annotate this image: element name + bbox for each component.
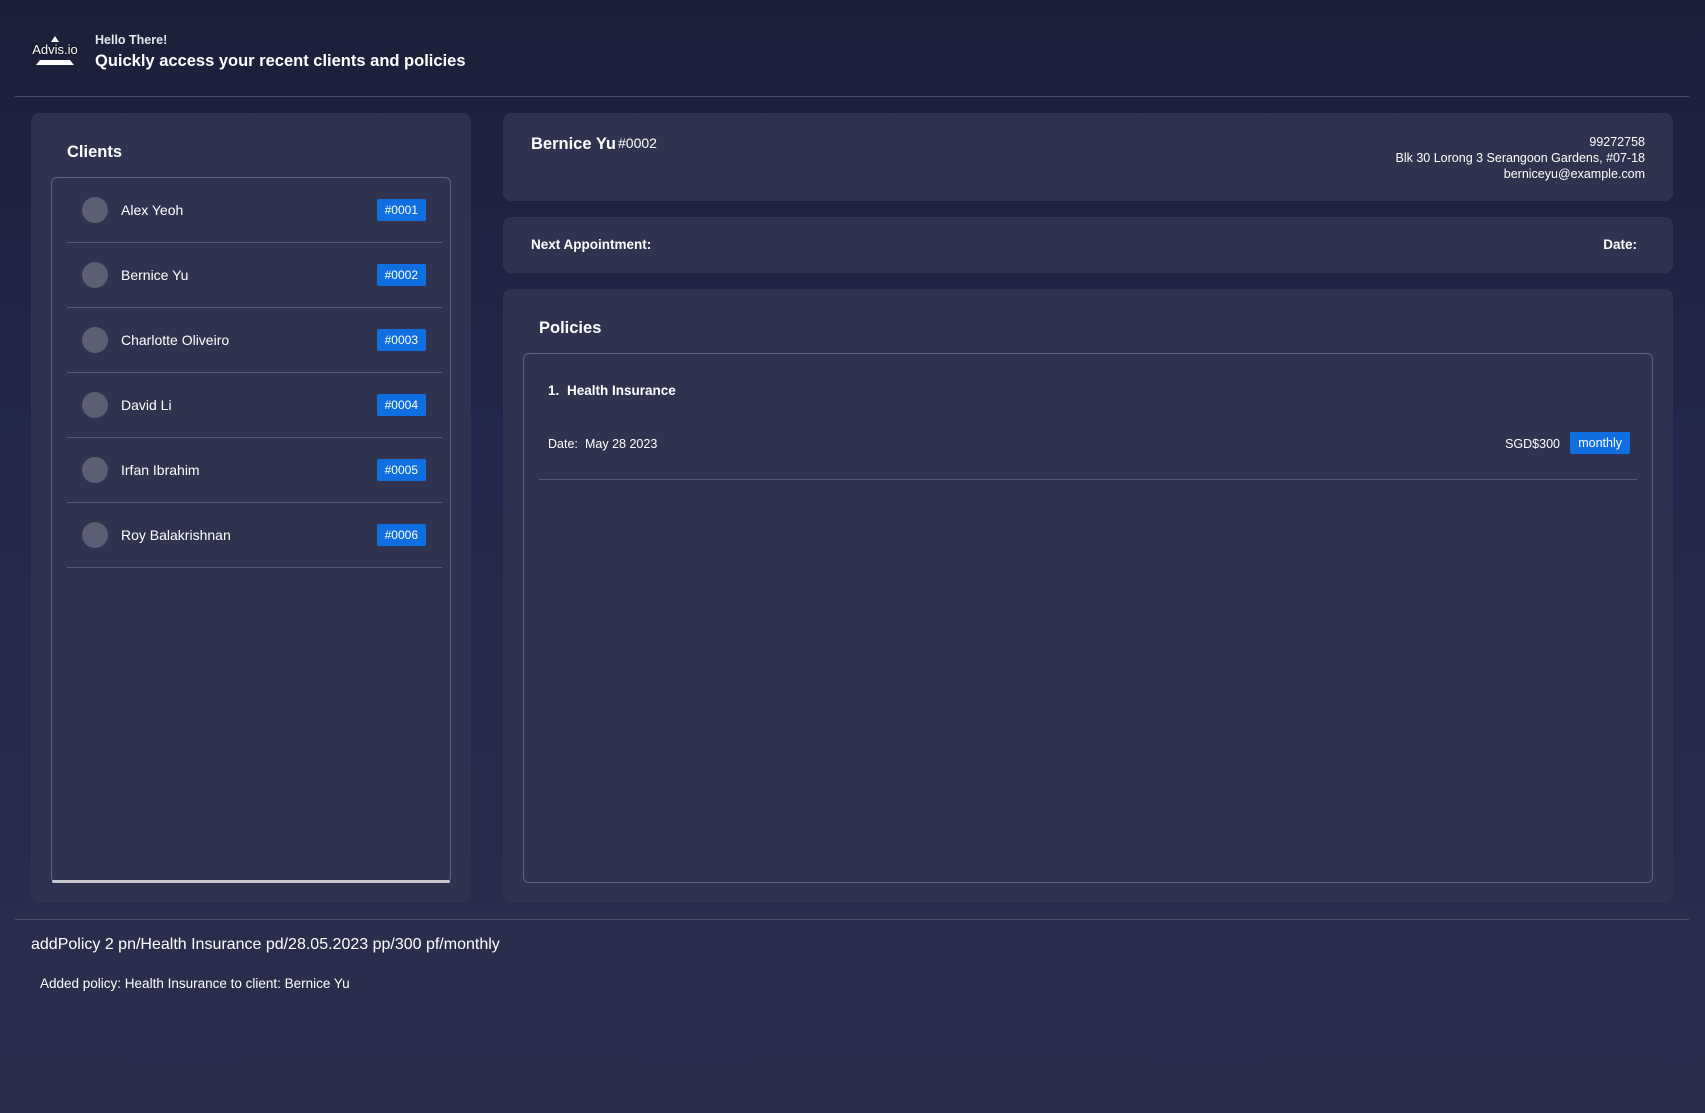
client-id-badge: #0004 [376,394,426,416]
client-row[interactable]: Bernice Yu #0002 [67,243,442,308]
client-name: Roy Balakrishnan [121,527,231,543]
policy-index: 1. [548,383,560,398]
avatar [82,392,108,418]
client-row[interactable]: David Li #0004 [67,373,442,438]
horizontal-scrollbar[interactable] [52,880,450,883]
phone-number: 99272758 [1589,135,1645,149]
policy-frequency-badge: monthly [1570,432,1630,454]
client-id-badge: #0001 [376,199,426,221]
header: Advis.io Hello There! Quickly access you… [0,0,1705,97]
client-row[interactable]: Charlotte Oliveiro #0003 [67,308,442,373]
policies-panel: Policies 1. Health Insurance Date: May 2… [503,289,1673,903]
appointment-date-label: Date: [1603,237,1637,252]
client-name: Bernice Yu [121,267,189,283]
email: berniceyu@example.com [1503,167,1645,181]
detail-client-id: #0002 [618,135,657,151]
client-row[interactable]: Roy Balakrishnan #0006 [67,503,442,568]
policy-name: Health Insurance [567,383,676,398]
client-name: Alex Yeoh [121,202,184,218]
clients-title: Clients [67,143,123,161]
client-name: David Li [121,397,172,413]
client-id-badge: #0006 [376,524,426,546]
avatar [82,197,108,223]
command-result: Added policy: Health Insurance to client… [40,976,350,991]
greeting: Hello There! [95,33,168,47]
header-subtitle: Quickly access your recent clients and p… [95,52,466,70]
policy-date: May 28 2023 [585,437,658,451]
client-id-badge: #0002 [376,264,426,286]
policy-date-label: Date: [548,437,578,451]
contact-info: 99272758 Blk 30 Lorong 3 Serangoon Garde… [1396,134,1645,182]
avatar [82,262,108,288]
avatar [82,327,108,353]
command-input[interactable] [31,932,1671,958]
next-appointment-label: Next Appointment: [531,237,652,252]
client-row[interactable]: Alex Yeoh #0001 [67,178,442,243]
client-id-badge: #0003 [376,329,426,351]
policies-title: Policies [539,319,602,337]
detail-client-name: Bernice Yu [531,135,616,153]
clients-panel: Clients Alex Yeoh #0001 Bernice Yu #0002… [31,113,471,903]
address: Blk 30 Lorong 3 Serangoon Gardens, #07-1… [1395,151,1645,165]
policy-card[interactable]: 1. Health Insurance Date: May 28 2023 SG… [539,354,1637,480]
avatar [82,457,108,483]
client-name: Charlotte Oliveiro [121,332,230,348]
avatar [82,522,108,548]
policy-premium: SGD$300 [1505,437,1560,451]
client-id-badge: #0005 [376,459,426,481]
appointment-panel: Next Appointment: Date: [503,217,1673,273]
logo-text: Advis.io [32,42,78,57]
client-name: Irfan Ibrahim [121,462,200,478]
client-detail-panel: Bernice Yu #0002 99272758 Blk 30 Lorong … [503,113,1673,201]
policy-list[interactable]: 1. Health Insurance Date: May 28 2023 SG… [523,353,1653,883]
client-row[interactable]: Irfan Ibrahim #0005 [67,438,442,503]
command-divider [15,919,1689,920]
app-logo: Advis.io [30,36,80,68]
client-list[interactable]: Alex Yeoh #0001 Bernice Yu #0002 Charlot… [51,177,451,883]
header-divider [15,96,1689,97]
